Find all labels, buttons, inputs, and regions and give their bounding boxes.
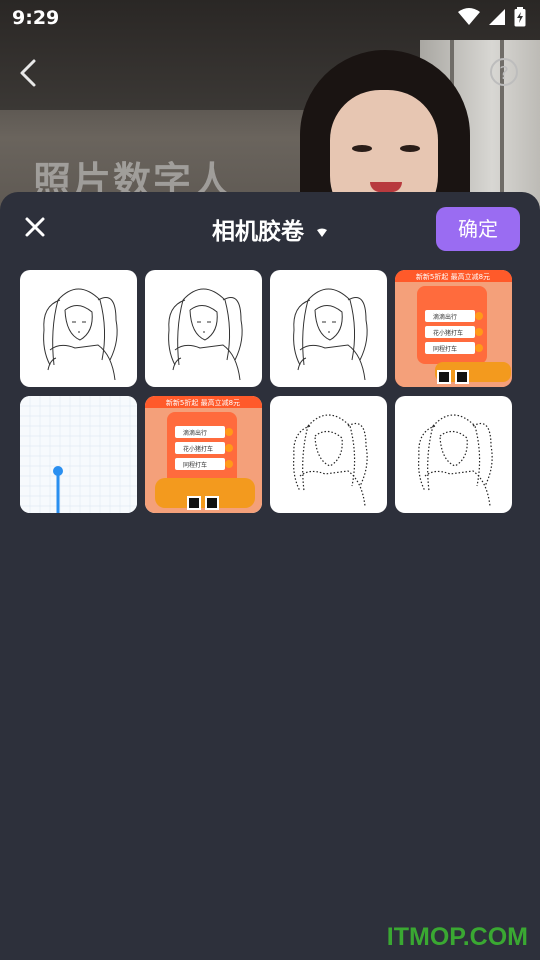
photo-thumbnail[interactable]	[20, 270, 137, 387]
dotted-sketch-image	[418, 414, 493, 507]
photo-thumbnail[interactable]	[270, 396, 387, 513]
question-icon: ?	[499, 63, 509, 84]
ad-item: 同程打车	[183, 461, 207, 469]
lips	[370, 182, 402, 192]
album-title: 相机胶卷	[211, 219, 304, 245]
sketch-image	[293, 288, 368, 381]
photo-thumbnail[interactable]	[20, 396, 137, 513]
ad-banner: 新新5折起 最高立减8元	[166, 398, 240, 407]
status-time: 9:29	[12, 7, 60, 29]
eye	[400, 145, 420, 152]
photo-grid: 新新5折起 最高立减8元 滴滴出行 花小猪打车 同程打车 新新5折起 最高立减8…	[20, 270, 512, 513]
ad-item: 滴滴出行	[183, 429, 207, 437]
ad-image: 新新5折起 最高立减8元 滴滴出行 花小猪打车 同程打车	[145, 396, 262, 513]
status-icons	[458, 7, 526, 27]
photo-thumbnail[interactable]	[395, 396, 512, 513]
grid-image	[20, 396, 137, 513]
sketch-image	[43, 288, 118, 381]
watermark: ITMOP.COM	[386, 923, 528, 951]
caret-down-icon	[317, 228, 327, 237]
sketch-image	[168, 288, 243, 381]
signal-icon	[489, 9, 505, 25]
eye	[352, 145, 372, 152]
ad-item: 滴滴出行	[433, 313, 457, 321]
dotted-sketch-image	[293, 414, 368, 507]
ad-item: 花小猪打车	[433, 329, 463, 337]
back-button[interactable]	[14, 58, 44, 88]
status-bar: 9:29	[0, 0, 540, 36]
ad-item: 同程打车	[433, 345, 457, 353]
photo-thumbnail[interactable]: 新新5折起 最高立减8元 滴滴出行 花小猪打车 同程打车	[145, 396, 262, 513]
help-button[interactable]: ?	[490, 58, 518, 86]
confirm-button[interactable]: 确定	[436, 207, 520, 251]
chevron-left-icon	[20, 59, 36, 87]
sheet-header: 相机胶卷 确定	[0, 192, 540, 267]
ad-banner: 新新5折起 最高立减8元	[416, 272, 490, 281]
photo-thumbnail[interactable]	[270, 270, 387, 387]
photo-thumbnail[interactable]: 新新5折起 最高立减8元 滴滴出行 花小猪打车 同程打车	[395, 270, 512, 387]
album-picker-sheet: 相机胶卷 确定 新新5折起 最高立减8元 滴滴出行 花小猪打车 同程打车 新新5…	[0, 192, 540, 960]
photo-thumbnail[interactable]	[145, 270, 262, 387]
ad-item: 花小猪打车	[183, 445, 213, 453]
battery-icon	[514, 7, 526, 27]
wifi-icon	[458, 8, 480, 25]
ad-image: 新新5折起 最高立减8元 滴滴出行 花小猪打车 同程打车	[395, 270, 512, 387]
